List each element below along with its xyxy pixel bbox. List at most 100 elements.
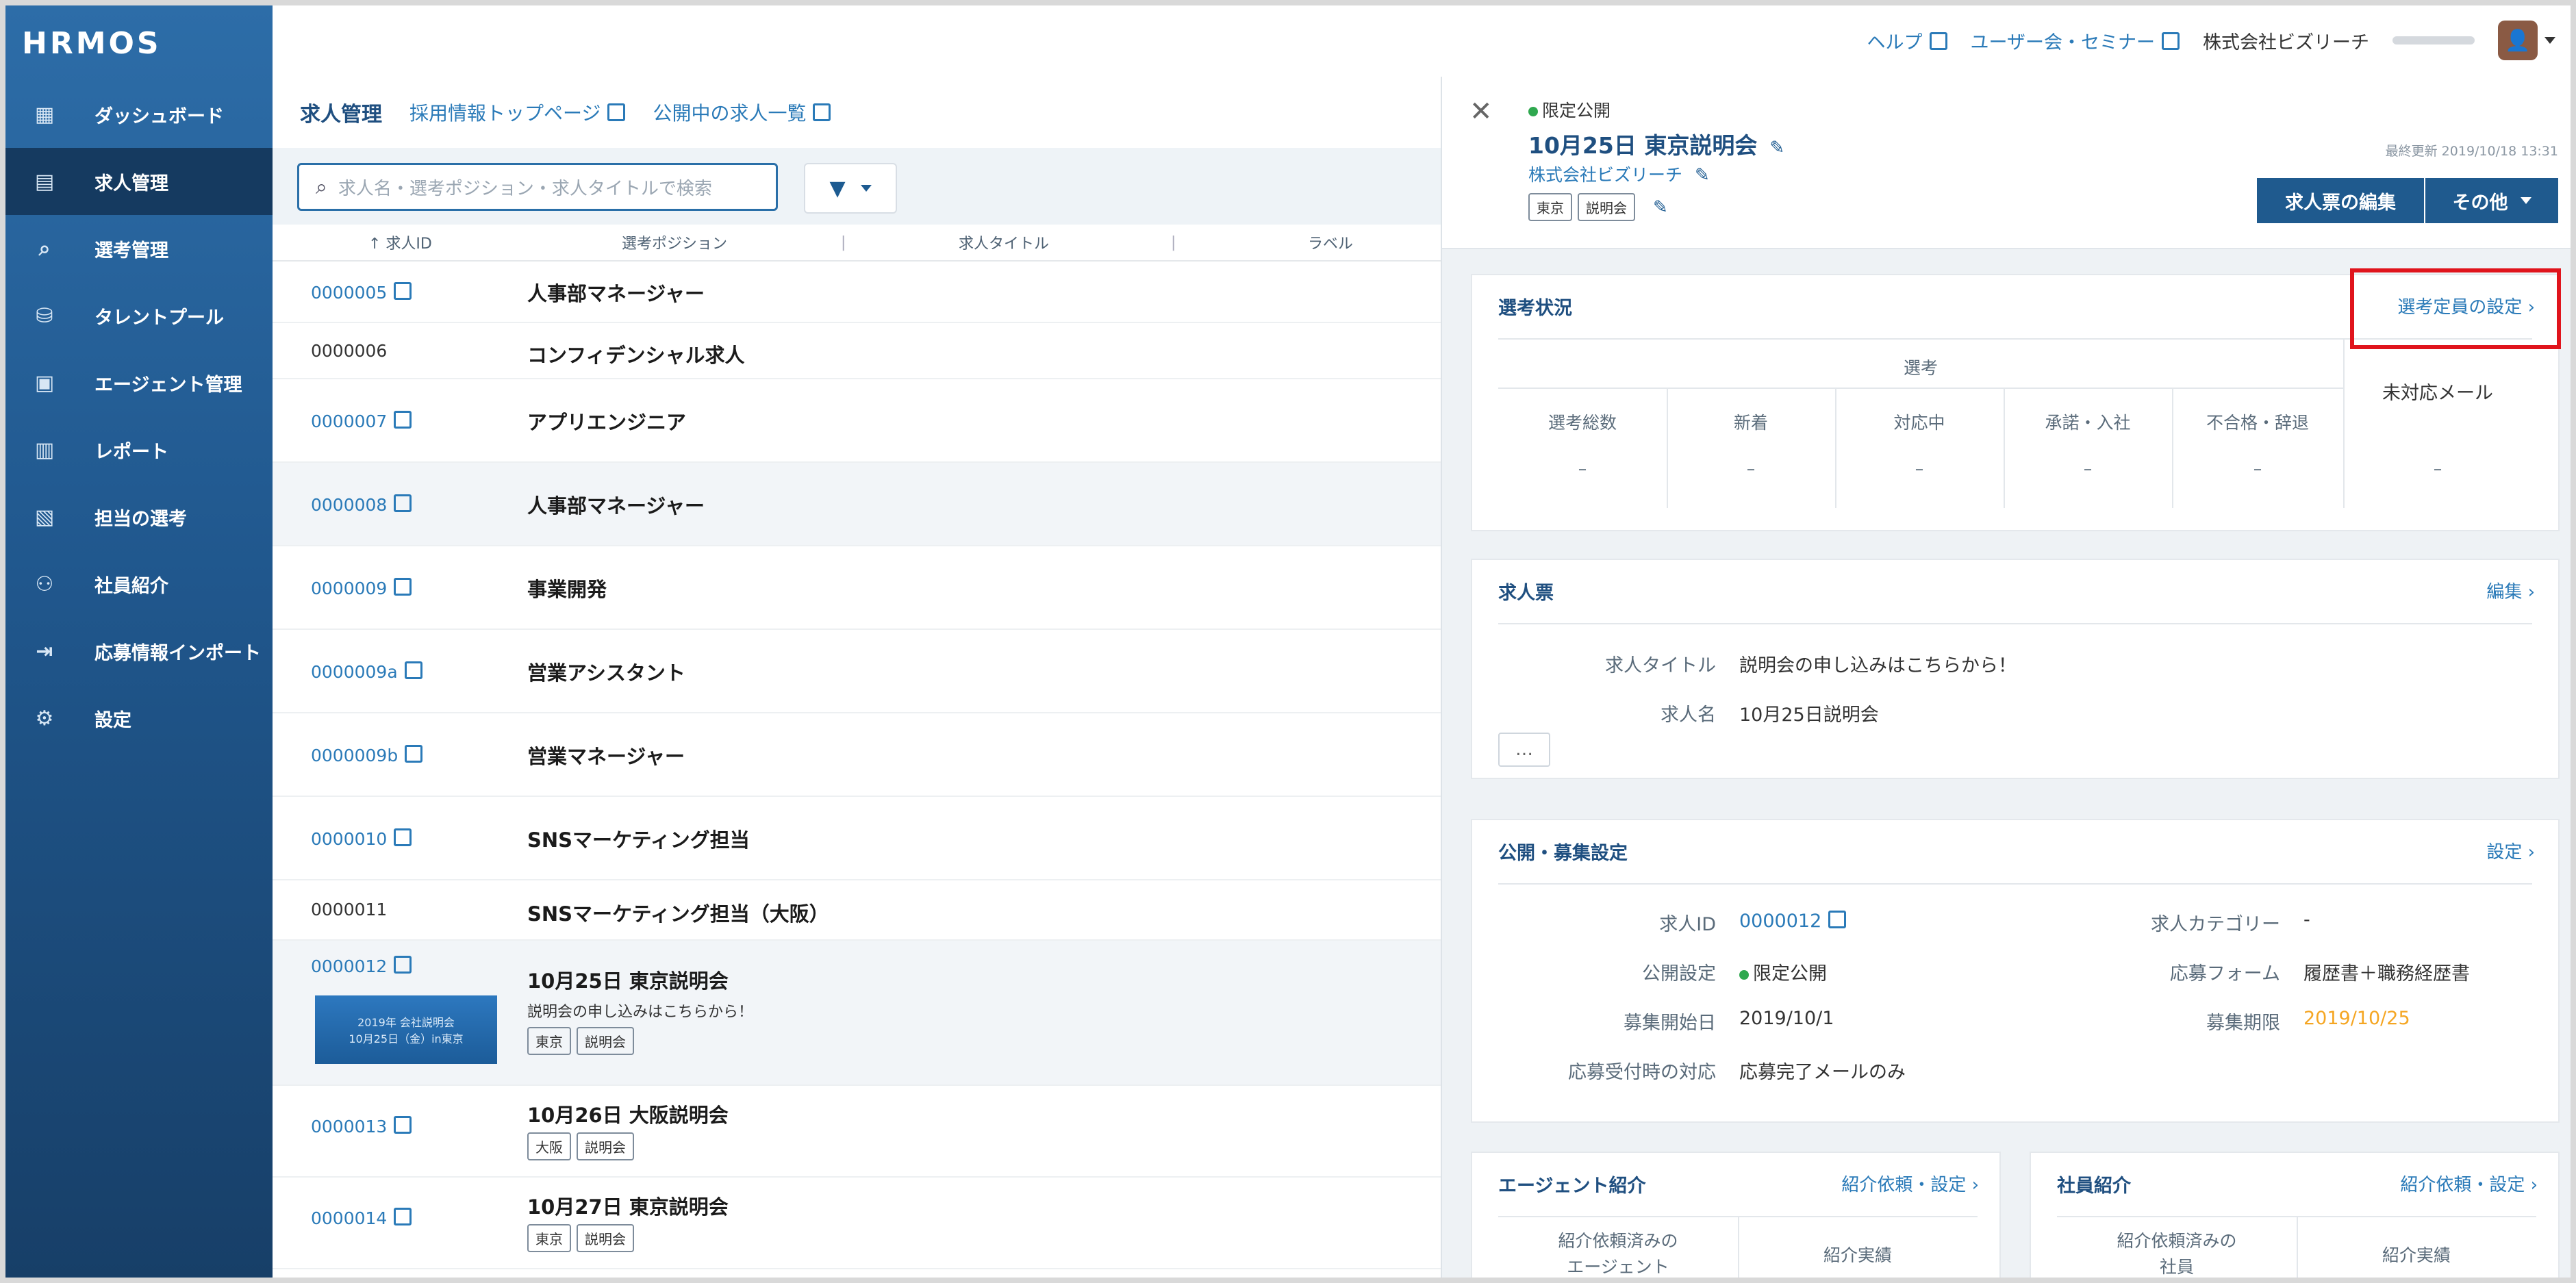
- job-subtitle: 説明会の申し込みはこちらから！: [527, 1004, 754, 1021]
- external-link-icon: [2162, 31, 2180, 50]
- sidebar-item-jobs[interactable]: ▤ 求人管理: [5, 148, 273, 215]
- table-row[interactable]: 0000014 10月27日 東京説明会 東京 説明会: [273, 1178, 1441, 1269]
- sidebar-item-label: 選考管理: [94, 240, 168, 262]
- table-row[interactable]: 0000012 2019年 会社説明会 10月25日（金）in東京 10月25日…: [273, 941, 1441, 1086]
- table-row[interactable]: 0000006 コンフィデンシャル求人: [273, 323, 1441, 379]
- sidebar-item-label: ダッシュボード: [94, 105, 224, 127]
- job-id-link[interactable]: 0000008: [311, 493, 412, 515]
- col-label-header[interactable]: ラベル: [1308, 231, 1353, 253]
- job-id-link[interactable]: 0000009b: [311, 744, 423, 765]
- topbar: ヘルプ ユーザー会・セミナー 株式会社ビズリーチ 👤: [273, 5, 2571, 78]
- agent-requested-header: 紹介依頼済みの エージェント: [1498, 1228, 1738, 1278]
- stat-value[interactable]: –: [2172, 459, 2343, 479]
- job-position: コンフィデンシャル求人: [527, 344, 745, 367]
- sidebar-item-referral[interactable]: ⚇ 社員紹介: [5, 550, 273, 618]
- job-id-link[interactable]: 0000010: [311, 827, 412, 849]
- edit-pencil-icon[interactable]: ✎: [1769, 138, 1786, 158]
- table-row[interactable]: 0000010 SNSマーケティング担当: [273, 797, 1441, 880]
- help-link[interactable]: ヘルプ: [1867, 27, 1947, 54]
- external-link-icon: [394, 956, 412, 974]
- job-id-link[interactable]: 0000014: [311, 1206, 412, 1228]
- sidebar-item-settings[interactable]: ⚙ 設定: [5, 685, 273, 752]
- edit-pencil-icon[interactable]: ✎: [1695, 165, 1711, 186]
- employee-request-label: 紹介依頼・設定: [2400, 1175, 2525, 1195]
- table-row[interactable]: 0000005 人事部マネージャー: [273, 260, 1441, 323]
- job-position: 営業マネージャー: [527, 745, 685, 768]
- employee-requested-line: 紹介依頼済みの: [2117, 1231, 2237, 1251]
- tag: 説明会: [577, 1132, 634, 1160]
- recruit-top-link[interactable]: 採用情報トップページ: [409, 99, 626, 126]
- table-row[interactable]: 0000009a 営業アシスタント: [273, 630, 1441, 713]
- agent-requested-line: エージェント: [1567, 1257, 1669, 1277]
- job-id: 0000009a: [311, 662, 398, 682]
- chevron-down-icon: [2520, 197, 2531, 204]
- table-row[interactable]: 0000013 10月26日 大阪説明会 大阪 説明会: [273, 1086, 1441, 1178]
- job-id-link[interactable]: 0000005: [311, 281, 412, 303]
- expand-more-button[interactable]: …: [1498, 733, 1550, 767]
- job-id-link[interactable]: 0000009: [311, 576, 412, 598]
- publish-settings-label: 設定: [2486, 842, 2523, 863]
- job-id-link[interactable]: 0000013: [311, 1115, 412, 1136]
- employee-request-link[interactable]: 紹介依頼・設定 ›: [2400, 1171, 2538, 1196]
- more-button[interactable]: その他: [2425, 178, 2558, 223]
- col-title-header[interactable]: 求人タイトル: [959, 231, 1049, 253]
- edit-pencil-icon[interactable]: ✎: [1653, 197, 1669, 218]
- search-row: ⌕ 求人名・選考ポジション・求人タイトルで検索 ▼: [273, 148, 1441, 225]
- stat-label: 選考総数: [1548, 413, 1617, 433]
- job-position: 人事部マネージャー: [527, 282, 705, 305]
- detail-title: 10月25日 東京説明会 ✎: [1528, 127, 1786, 160]
- page-title: 求人管理: [300, 103, 382, 127]
- col-id-header[interactable]: ↑ 求人ID: [368, 231, 432, 253]
- status-label: 限定公開: [1542, 101, 1611, 120]
- job-id-link[interactable]: 0000012: [311, 954, 412, 976]
- detail-company: 株式会社ビズリーチ ✎: [1528, 162, 1711, 186]
- field-label: 応募フォーム: [2169, 963, 2280, 985]
- chevron-down-icon: [860, 185, 872, 192]
- job-id: 0000005: [311, 283, 388, 303]
- external-link-icon: [394, 494, 412, 512]
- sidebar-item-talent-pool[interactable]: ⛁ タレントプール: [5, 282, 273, 349]
- field-value: 説明会の申し込みはこちらから！: [1739, 655, 2017, 676]
- job-id-link[interactable]: 0000009a: [311, 660, 422, 682]
- open-jobs-link[interactable]: 公開中の求人一覧: [653, 99, 831, 126]
- seminar-link[interactable]: ユーザー会・セミナー: [1971, 27, 2180, 54]
- job-id-link[interactable]: 0000007: [311, 409, 412, 431]
- jobsheet-edit-label: 編集: [2486, 582, 2523, 602]
- sidebar-item-selection[interactable]: ⌕ 選考管理: [5, 215, 273, 282]
- job-id: 0000009: [311, 579, 388, 598]
- table-row[interactable]: 0000009 事業開発: [273, 546, 1441, 630]
- thumbnail-line: 2019年 会社説明会: [357, 1016, 455, 1029]
- edit-jobsheet-button[interactable]: 求人票の編集: [2257, 178, 2424, 223]
- col-position-header[interactable]: 選考ポジション: [622, 231, 727, 253]
- filter-button[interactable]: ▼: [804, 163, 897, 214]
- sidebar-item-assigned[interactable]: ▧ 担当の選考: [5, 483, 273, 550]
- table-row[interactable]: 0000007 アプリエンジニア: [273, 379, 1441, 463]
- user-menu[interactable]: 👤: [2498, 21, 2555, 60]
- agent-request-link[interactable]: 紹介依頼・設定 ›: [1841, 1171, 1979, 1196]
- stat-value[interactable]: –: [2343, 459, 2532, 479]
- table-row[interactable]: 0000008 人事部マネージャー: [273, 463, 1441, 546]
- divider: [2297, 1216, 2298, 1278]
- unread-mail-label: 未対応メール: [2382, 383, 2493, 404]
- sidebar-item-label: 設定: [94, 709, 131, 731]
- jobsheet-edit-link[interactable]: 編集 ›: [2486, 578, 2535, 603]
- agent-results-header: 紹介実績: [1823, 1245, 1892, 1265]
- publish-settings-link[interactable]: 設定 ›: [2486, 838, 2535, 863]
- job-position: 10月26日 大阪説明会: [527, 1104, 729, 1127]
- table-row[interactable]: 0000009b 営業マネージャー: [273, 713, 1441, 797]
- sidebar-item-import[interactable]: ⇥ 応募情報インポート: [5, 618, 273, 685]
- thumbnail-line: 10月25日（金）in東京: [349, 1032, 464, 1045]
- stat-value[interactable]: –: [1667, 459, 1835, 479]
- stat-value[interactable]: –: [1498, 459, 1667, 479]
- field-value: 限定公開: [1739, 958, 1827, 985]
- agent-request-label: 紹介依頼・設定: [1841, 1175, 1967, 1195]
- search-input[interactable]: ⌕ 求人名・選考ポジション・求人タイトルで検索: [297, 163, 778, 211]
- table-row[interactable]: 0000011 SNSマーケティング担当（大阪）: [273, 880, 1441, 941]
- close-icon[interactable]: ✕: [1469, 96, 1493, 127]
- sidebar-item-dashboard[interactable]: ▦ ダッシュボード: [5, 81, 273, 148]
- stat-value[interactable]: –: [2004, 459, 2172, 479]
- stat-value[interactable]: –: [1835, 459, 2004, 479]
- job-id-link[interactable]: 0000012: [1739, 909, 1847, 932]
- sidebar-item-report[interactable]: ▥ レポート: [5, 416, 273, 483]
- sidebar-item-agent[interactable]: ▣ エージェント管理: [5, 349, 273, 416]
